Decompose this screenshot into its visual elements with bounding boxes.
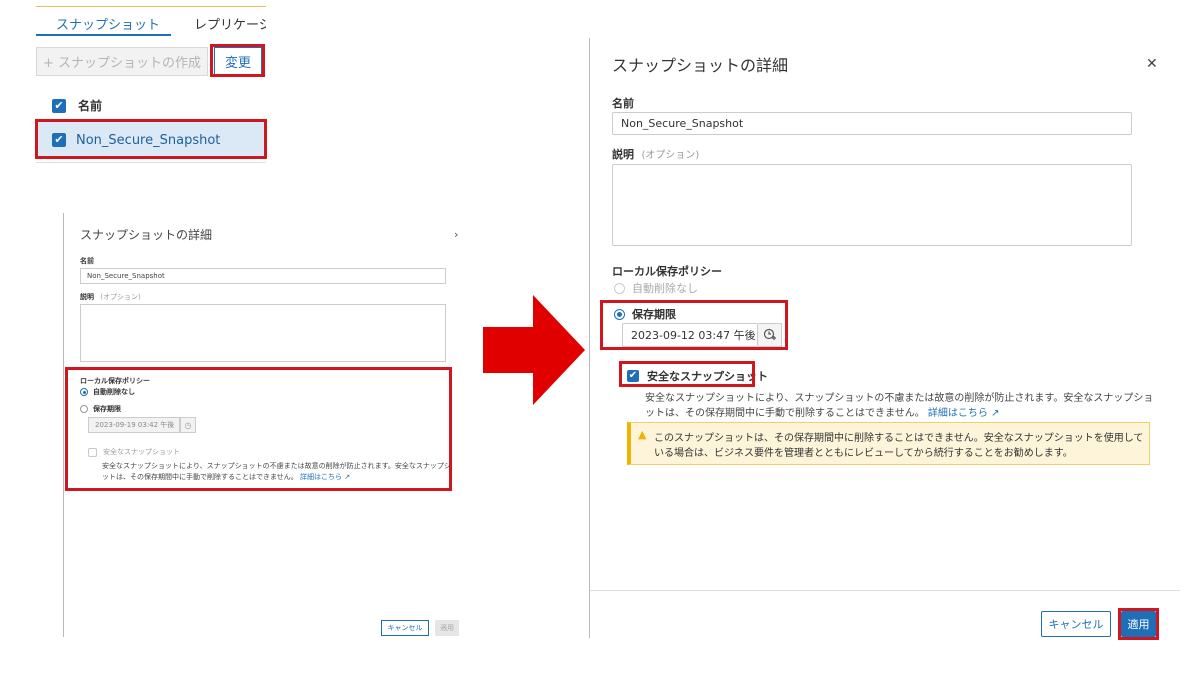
tab-bar: スナップショット レプリケーシ	[36, 6, 266, 37]
desc-label-row: 説明 (オプション)	[612, 146, 699, 162]
radio-unselected-icon	[614, 282, 625, 294]
small-cancel-label: キャンセル	[387, 624, 423, 632]
radio-selected-icon	[80, 388, 88, 396]
checkbox-check-icon: ✔	[54, 133, 64, 146]
cancel-label: キャンセル	[1048, 618, 1104, 631]
chevron-right-icon[interactable]: ›	[454, 228, 458, 241]
secure-desc-1: 安全なスナップショットにより、スナップショットの不慮または故意の削除が防止されま…	[645, 393, 1154, 404]
warning-text-2: いる場合は、ビジネス要件を管理者とともにレビューしてから続行することをお勧めしま…	[654, 448, 1073, 459]
external-link-icon: ↗	[991, 408, 1000, 419]
warning-text-1: このスナップショットは、その保存期間中に削除することはできません。安全なスナップ…	[654, 433, 1144, 444]
name-value: Non_Secure_Snapshot	[621, 117, 744, 130]
secure-desc-2: ットは、その保存期間中に手動で削除することはできません。	[645, 408, 925, 419]
list-header: ✔ 名前	[52, 97, 102, 114]
dialog-title: スナップショットの詳細	[612, 56, 789, 75]
active-tab-underline	[36, 34, 171, 36]
small-secure-desc-1: 安全なスナップショットにより、スナップショットの不慮または故意の削除が防止されま…	[102, 462, 451, 470]
footer-divider	[590, 590, 1180, 591]
divider	[36, 162, 266, 163]
small-description-textarea[interactable]	[80, 304, 446, 362]
radio-selected-icon	[614, 308, 625, 320]
small-cancel-button[interactable]: キャンセル	[381, 620, 429, 636]
checkbox-check-icon: ✔	[54, 98, 64, 112]
change-button-label: 変更	[224, 55, 251, 71]
create-snapshot-label: + スナップショットの作成	[42, 56, 202, 71]
small-secure-checkbox-row[interactable]: 安全なスナップショット	[88, 447, 180, 457]
cancel-button[interactable]: キャンセル	[1041, 611, 1111, 637]
row-checkbox[interactable]: ✔	[52, 133, 66, 147]
small-secure-desc-2-row: ットは、その保存期間中に手動で削除することはできません。 詳細はこちら ↗	[102, 472, 350, 482]
small-dialog-title: スナップショットの詳細	[80, 228, 213, 242]
external-link-icon: ↗	[344, 473, 351, 481]
small-more-link[interactable]: 詳細はこちら	[300, 473, 342, 481]
small-apply-button[interactable]: 適用	[435, 620, 459, 636]
radio-retention[interactable]: 保存期限	[614, 306, 676, 322]
name-field[interactable]: Non_Secure_Snapshot	[612, 112, 1132, 135]
small-opt-no-delete-label: 自動削除なし	[93, 388, 135, 396]
close-icon[interactable]: ✕	[1146, 56, 1158, 72]
small-desc-label: 説明	[80, 293, 94, 301]
secure-snapshot-label: 安全なスナップショット	[647, 370, 768, 383]
small-retention-value: 2023-09-19 03:42 午後	[95, 421, 175, 429]
create-snapshot-button[interactable]: + スナップショットの作成	[36, 47, 208, 76]
apply-label: 適用	[1127, 618, 1150, 631]
small-apply-label: 適用	[440, 624, 454, 632]
retention-date-field[interactable]: 2023-09-12 03:47 午後	[622, 323, 758, 347]
desc-hint: (オプション)	[641, 150, 700, 161]
small-secure-checkbox[interactable]	[88, 447, 97, 457]
change-button[interactable]: 変更	[214, 47, 262, 75]
small-name-value: Non_Secure_Snapshot	[87, 272, 165, 280]
table-row[interactable]: ✔ Non_Secure_Snapshot	[38, 122, 264, 158]
policy-label: ローカル保存ポリシー	[612, 265, 722, 278]
tab-replication[interactable]: レプリケーシ	[194, 14, 266, 33]
small-secure-desc-2: ットは、その保存期間中に手動で削除することはできません。	[102, 473, 298, 481]
right-arrow	[483, 295, 585, 405]
small-desc-label-row: 説明 (オプション)	[80, 292, 141, 302]
desc-label: 説明	[612, 148, 634, 161]
radio-no-delete[interactable]: 自動削除なし	[614, 280, 698, 296]
small-name-field[interactable]: Non_Secure_Snapshot	[80, 268, 446, 284]
retention-value: 2023-09-12 03:47 午後	[631, 329, 756, 342]
small-name-label: 名前	[80, 257, 94, 265]
more-info-link[interactable]: 詳細はこちら	[928, 408, 988, 419]
name-label: 名前	[612, 97, 634, 110]
clock-icon[interactable]	[758, 323, 782, 347]
tab-snapshots[interactable]: スナップショット	[56, 14, 160, 33]
opt-no-delete-label: 自動削除なし	[632, 282, 698, 295]
clock-icon[interactable]: ◷	[180, 417, 196, 433]
apply-button[interactable]: 適用	[1121, 611, 1156, 637]
small-radio-no-delete[interactable]: 自動削除なし	[80, 387, 135, 397]
small-secure-label: 安全なスナップショット	[103, 448, 180, 456]
small-radio-retention[interactable]: 保存期限	[80, 404, 121, 414]
opt-retention-label: 保存期限	[632, 308, 676, 321]
secure-snapshot-checkbox-row[interactable]: ✔ 安全なスナップショット	[627, 368, 768, 384]
checkbox-check-icon: ✔	[628, 370, 638, 381]
secure-desc-2-row: ットは、その保存期間中に手動で削除することはできません。 詳細はこちら ↗	[645, 404, 999, 419]
small-desc-hint: (オプション)	[100, 293, 141, 301]
warning-icon: ▲	[638, 428, 647, 441]
small-policy-label: ローカル保存ポリシー	[80, 377, 150, 385]
description-textarea[interactable]	[612, 164, 1132, 246]
secure-snapshot-checkbox[interactable]: ✔	[627, 370, 639, 382]
small-opt-retention-label: 保存期限	[93, 405, 121, 413]
column-header-name: 名前	[78, 99, 103, 113]
radio-unselected-icon	[80, 405, 88, 413]
select-all-checkbox[interactable]: ✔	[52, 98, 66, 113]
snapshot-name: Non_Secure_Snapshot	[76, 132, 221, 148]
small-retention-date-field[interactable]: 2023-09-19 03:42 午後	[88, 417, 180, 433]
